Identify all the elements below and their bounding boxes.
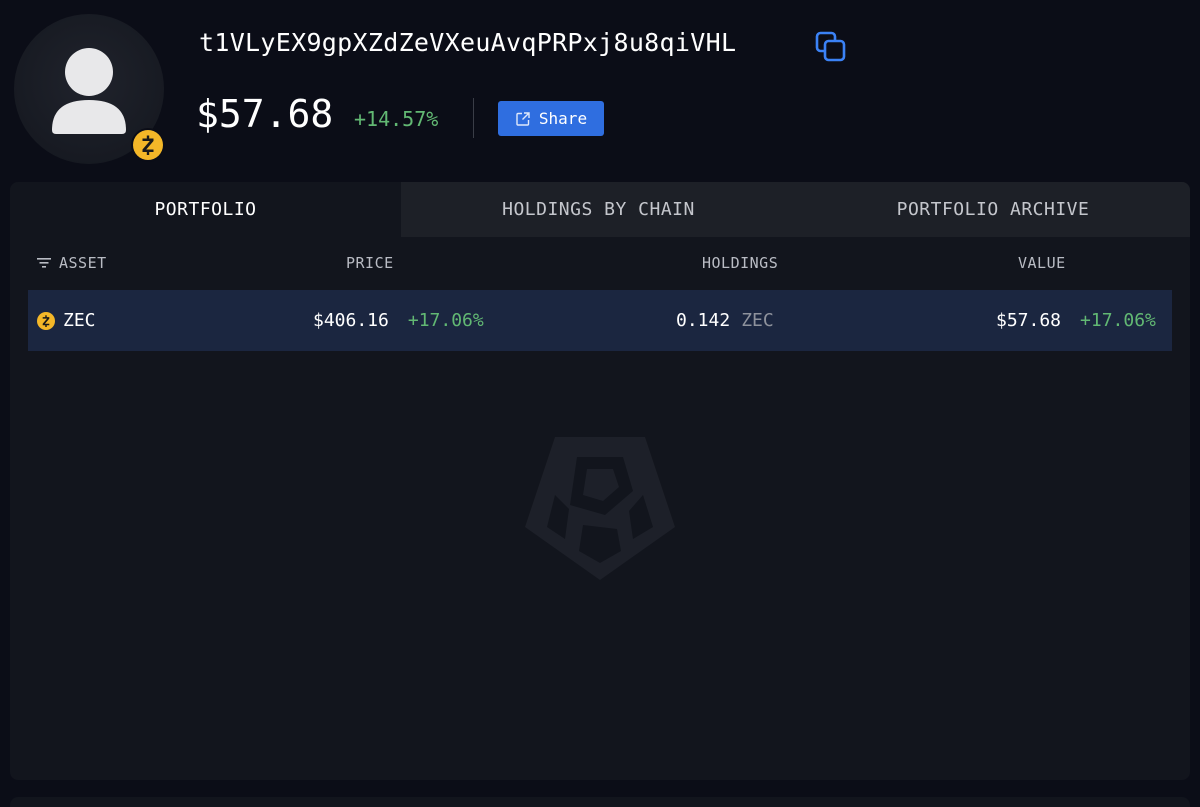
zcash-icon xyxy=(133,130,163,160)
table-row[interactable]: ZEC $406.16 +17.06% 0.142 ZEC $57.68 +17… xyxy=(28,290,1172,351)
zcash-icon xyxy=(37,311,55,330)
column-header-asset-label: ASSET xyxy=(59,254,107,272)
copy-icon xyxy=(815,31,846,62)
external-link-icon xyxy=(516,111,530,126)
share-button-label: Share xyxy=(538,109,588,128)
asset-symbol: ZEC xyxy=(63,310,96,331)
copy-address-button[interactable] xyxy=(812,30,850,68)
value-cell: $57.68 +17.06% xyxy=(996,290,1156,351)
arkham-logo-icon xyxy=(525,437,675,580)
price-cell: $406.16 +17.06% xyxy=(313,290,484,351)
next-section-edge xyxy=(10,797,1190,807)
asset-value-change: +17.06% xyxy=(1080,310,1156,331)
column-header-price[interactable]: PRICE xyxy=(346,254,394,272)
header-divider xyxy=(473,98,474,138)
wallet-address: t1VLyEX9gpXZdZeVXeuAvqPRPxj8u8qiVHL xyxy=(199,28,737,57)
asset-price: $406.16 xyxy=(313,310,389,331)
share-button[interactable]: Share xyxy=(498,101,604,136)
asset-value: $57.68 xyxy=(996,310,1062,331)
column-header-value[interactable]: VALUE xyxy=(1018,254,1066,272)
asset-price-change: +17.06% xyxy=(407,310,484,331)
column-header-asset[interactable]: ASSET xyxy=(37,254,107,272)
wallet-page: t1VLyEX9gpXZdZeVXeuAvqPRPxj8u8qiVHL $57.… xyxy=(0,0,1200,807)
asset-cell: ZEC xyxy=(37,290,96,351)
tab-portfolio-archive[interactable]: PORTFOLIO ARCHIVE xyxy=(796,182,1190,237)
column-header-holdings[interactable]: HOLDINGS xyxy=(702,254,778,272)
tab-portfolio[interactable]: PORTFOLIO xyxy=(10,182,401,237)
chain-badge xyxy=(131,128,165,162)
portfolio-panel: PORTFOLIO HOLDINGS BY CHAIN PORTFOLIO AR… xyxy=(10,182,1190,780)
holdings-amount: 0.142 xyxy=(676,310,731,331)
holdings-cell: 0.142 ZEC xyxy=(676,290,774,351)
portfolio-change: +14.57% xyxy=(354,107,439,131)
tab-holdings-by-chain[interactable]: HOLDINGS BY CHAIN xyxy=(401,182,796,237)
holdings-unit: ZEC xyxy=(741,310,774,331)
portfolio-total-value: $57.68 xyxy=(196,92,334,136)
filter-icon xyxy=(37,258,51,268)
tab-bar: PORTFOLIO HOLDINGS BY CHAIN PORTFOLIO AR… xyxy=(10,182,1190,237)
